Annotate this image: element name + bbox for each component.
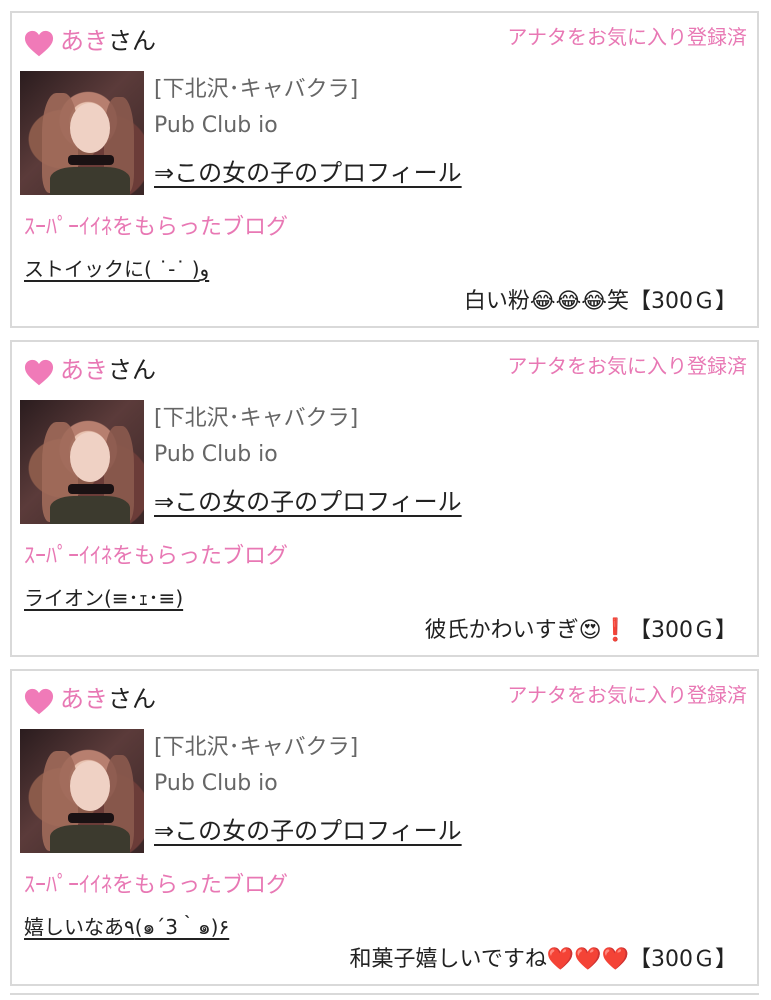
name-suffix: さん: [108, 685, 156, 713]
profile-link[interactable]: ⇒この女の子のプロフィール: [154, 815, 462, 847]
blog-label: ｽｰﾊﾟｰｲｲﾈをもらったブログ: [24, 544, 289, 569]
gift-card: あきさん アナタをお気に入り登録済 [下北沢･キャバクラ] Pub Club i…: [10, 669, 759, 986]
blog-title-link[interactable]: ストイックに( ˙-˙ )و: [24, 255, 209, 283]
club-name: Pub Club io: [154, 442, 278, 467]
avatar[interactable]: [20, 729, 144, 853]
location-category: [下北沢･キャバクラ]: [154, 735, 359, 760]
gift-comment: 白い粉😂😂😂笑【300Ｇ】: [463, 289, 737, 314]
favorite-status: アナタをお気に入り登録済: [507, 25, 747, 49]
gift-comment: 和菓子嬉しいですね❤️❤️❤️【300Ｇ】: [349, 947, 737, 972]
avatar[interactable]: [20, 400, 144, 524]
heart-icon: [24, 359, 54, 386]
divider: [10, 993, 759, 995]
blog-title-link[interactable]: ライオン(≡･ｪ･≡): [24, 584, 183, 612]
blog-label: ｽｰﾊﾟｰｲｲﾈをもらったブログ: [24, 873, 289, 898]
sender-name-text[interactable]: あき: [60, 356, 108, 384]
gift-card: あきさん アナタをお気に入り登録済 [下北沢･キャバクラ] Pub Club i…: [10, 340, 759, 657]
blog-title-link[interactable]: 嬉しいなあ٩(๑´3｀๑)۶: [24, 913, 229, 941]
gift-comment: 彼氏かわいすぎ😍❗️【300Ｇ】: [424, 618, 737, 643]
profile-link[interactable]: ⇒この女の子のプロフィール: [154, 486, 462, 518]
sender-name[interactable]: あきさん: [60, 354, 156, 386]
heart-icon: [24, 688, 54, 715]
profile-link[interactable]: ⇒この女の子のプロフィール: [154, 157, 462, 189]
heart-icon: [24, 30, 54, 57]
location-category: [下北沢･キャバクラ]: [154, 406, 359, 431]
blog-label: ｽｰﾊﾟｰｲｲﾈをもらったブログ: [24, 215, 289, 240]
avatar[interactable]: [20, 71, 144, 195]
sender-name-text[interactable]: あき: [60, 685, 108, 713]
favorite-status: アナタをお気に入り登録済: [507, 683, 747, 707]
sender-name[interactable]: あきさん: [60, 25, 156, 57]
name-suffix: さん: [108, 27, 156, 55]
sender-name[interactable]: あきさん: [60, 683, 156, 715]
sender-name-text[interactable]: あき: [60, 27, 108, 55]
club-name: Pub Club io: [154, 113, 278, 138]
name-suffix: さん: [108, 356, 156, 384]
favorite-status: アナタをお気に入り登録済: [507, 354, 747, 378]
club-name: Pub Club io: [154, 771, 278, 796]
gift-card: あきさん アナタをお気に入り登録済 [下北沢･キャバクラ] Pub Club i…: [10, 11, 759, 328]
location-category: [下北沢･キャバクラ]: [154, 77, 359, 102]
